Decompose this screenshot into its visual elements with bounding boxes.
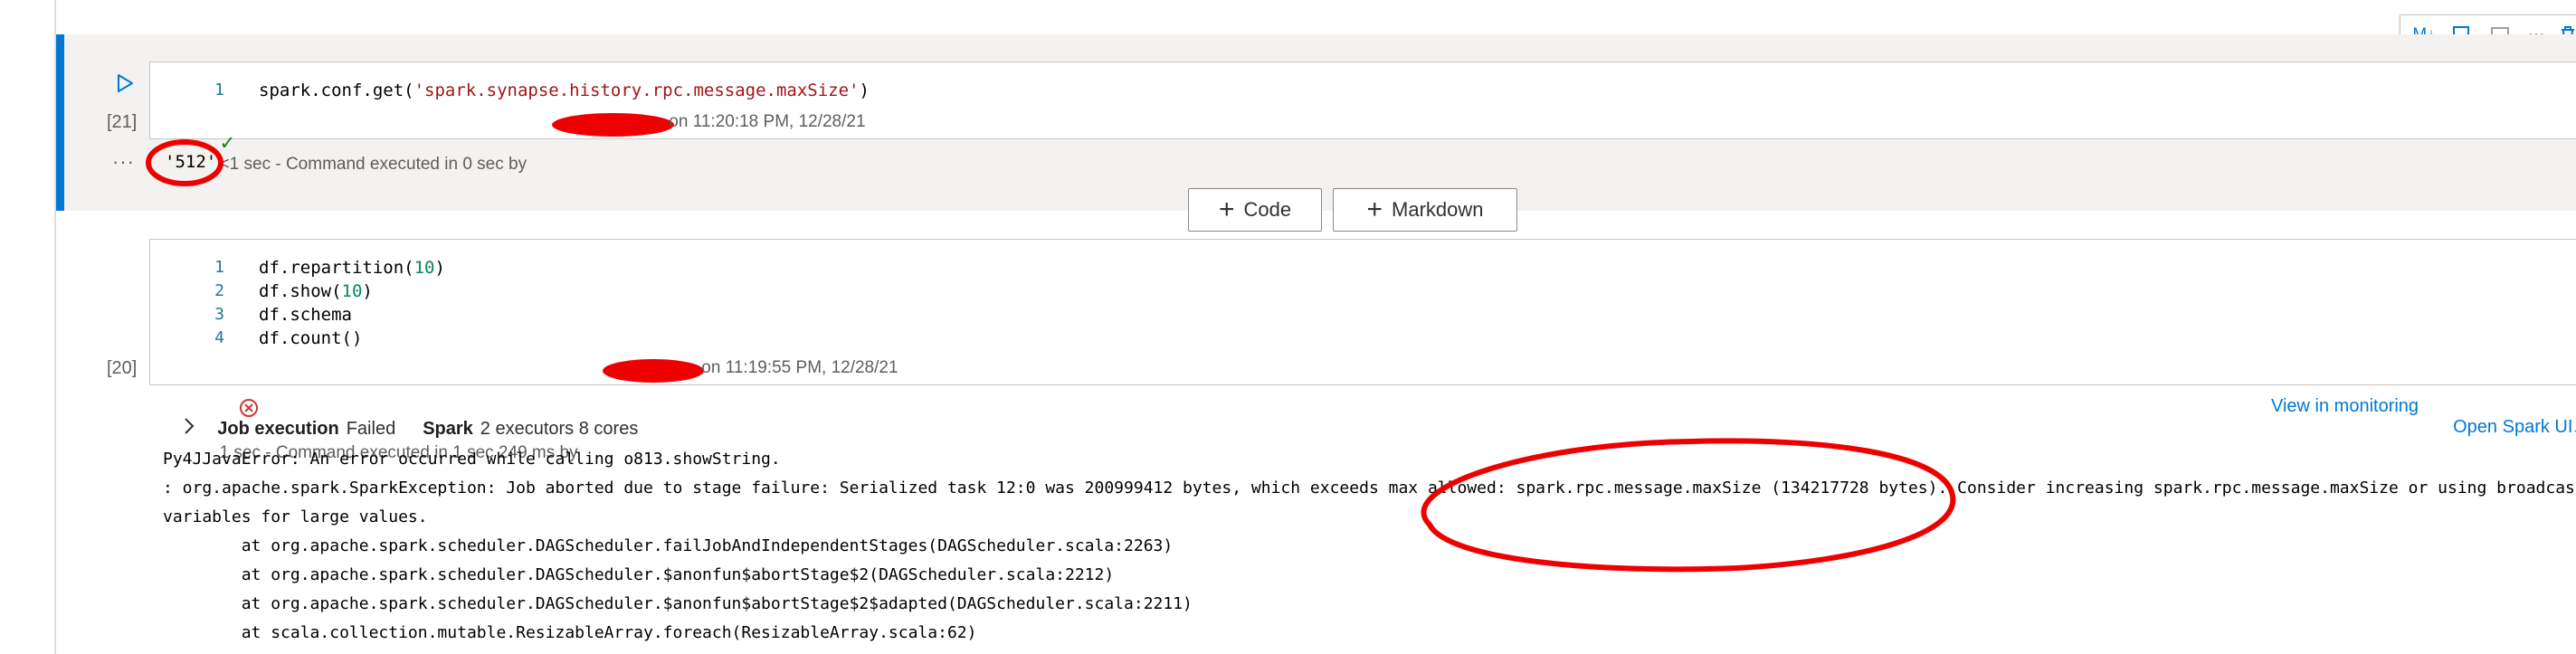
plus-icon: + (1218, 194, 1235, 224)
success-check-icon: ✓ (219, 133, 236, 154)
job-status: Failed (346, 418, 396, 439)
redacted-username (603, 359, 704, 383)
output-collapse-button[interactable]: ··· (112, 150, 135, 174)
cell-output: '512' (165, 152, 217, 172)
execution-count: [21] (107, 112, 138, 132)
code-number-token: 10 (341, 281, 363, 301)
error-line: variables for large values. (163, 507, 428, 526)
error-line: Py4JJavaError: An error occurred while c… (163, 450, 781, 469)
code-token: ) (859, 81, 870, 100)
code-line: df.count() (259, 328, 363, 348)
error-line: at org.apache.spark.scheduler.DAGSchedul… (163, 565, 1115, 584)
open-spark-ui-link[interactable]: Open Spark UI↗ (2443, 396, 2576, 438)
error-line: at org.apache.spark.scheduler.DAGSchedul… (163, 594, 1193, 613)
code-token: ) (362, 281, 373, 301)
code-line: df.schema (259, 305, 352, 325)
annotation-circle-error (1421, 438, 1956, 573)
status-timestamp: on 11:19:55 PM, 12/28/21 (697, 358, 898, 377)
code-token: ) (434, 258, 445, 278)
plus-icon: + (1366, 194, 1383, 224)
code-token: spark.conf.get( (259, 81, 414, 100)
line-number: 1 (214, 81, 224, 100)
code-line: df.repartition(10) (259, 258, 445, 278)
error-line: : org.apache.spark.SparkException: Job a… (163, 479, 2576, 498)
code-number-token: 10 (413, 258, 435, 278)
error-line: at org.apache.spark.scheduler.DAGSchedul… (163, 536, 1174, 555)
line-number: 3 (214, 305, 224, 324)
job-execution-label: Job execution (217, 418, 339, 439)
line-number: 1 (214, 258, 224, 277)
view-in-monitoring-link[interactable]: View in monitoring (2271, 396, 2419, 417)
play-icon (118, 74, 133, 92)
left-gutter (0, 0, 56, 654)
add-code-label: Code (1243, 198, 1292, 221)
spark-label: Spark (423, 418, 473, 439)
execution-count: [20] (107, 358, 138, 378)
line-number: 2 (214, 281, 224, 300)
spark-resources: 2 executors 8 cores (480, 418, 639, 439)
add-code-cell-button[interactable]: + Code (1188, 188, 1322, 232)
active-cell-indicator (56, 34, 64, 211)
error-line: at scala.collection.mutable.ResizableArr… (163, 623, 977, 642)
line-number: 4 (214, 328, 224, 347)
redacted-username (552, 113, 674, 137)
code-line: spark.conf.get('spark.synapse.history.rp… (259, 81, 870, 100)
status-time: <1 sec - Command executed in 0 sec by (219, 155, 532, 174)
code-line: df.show(10) (259, 281, 373, 301)
add-markdown-label: Markdown (1392, 198, 1484, 221)
code-token: df.repartition( (259, 258, 414, 278)
status-timestamp: on 11:20:18 PM, 12/28/21 (664, 112, 866, 131)
code-string-token: 'spark.synapse.history.rpc.message.maxSi… (413, 81, 860, 100)
run-cell-button[interactable] (112, 71, 138, 96)
open-spark-ui-label: Open Spark UI (2453, 417, 2573, 437)
cell-status: ✓ <1 sec - Command executed in 0 sec by (210, 112, 531, 175)
code-token: df.show( (259, 281, 342, 301)
add-markdown-cell-button[interactable]: + Markdown (1333, 188, 1517, 232)
external-link-icon: ↗ (2572, 421, 2576, 436)
